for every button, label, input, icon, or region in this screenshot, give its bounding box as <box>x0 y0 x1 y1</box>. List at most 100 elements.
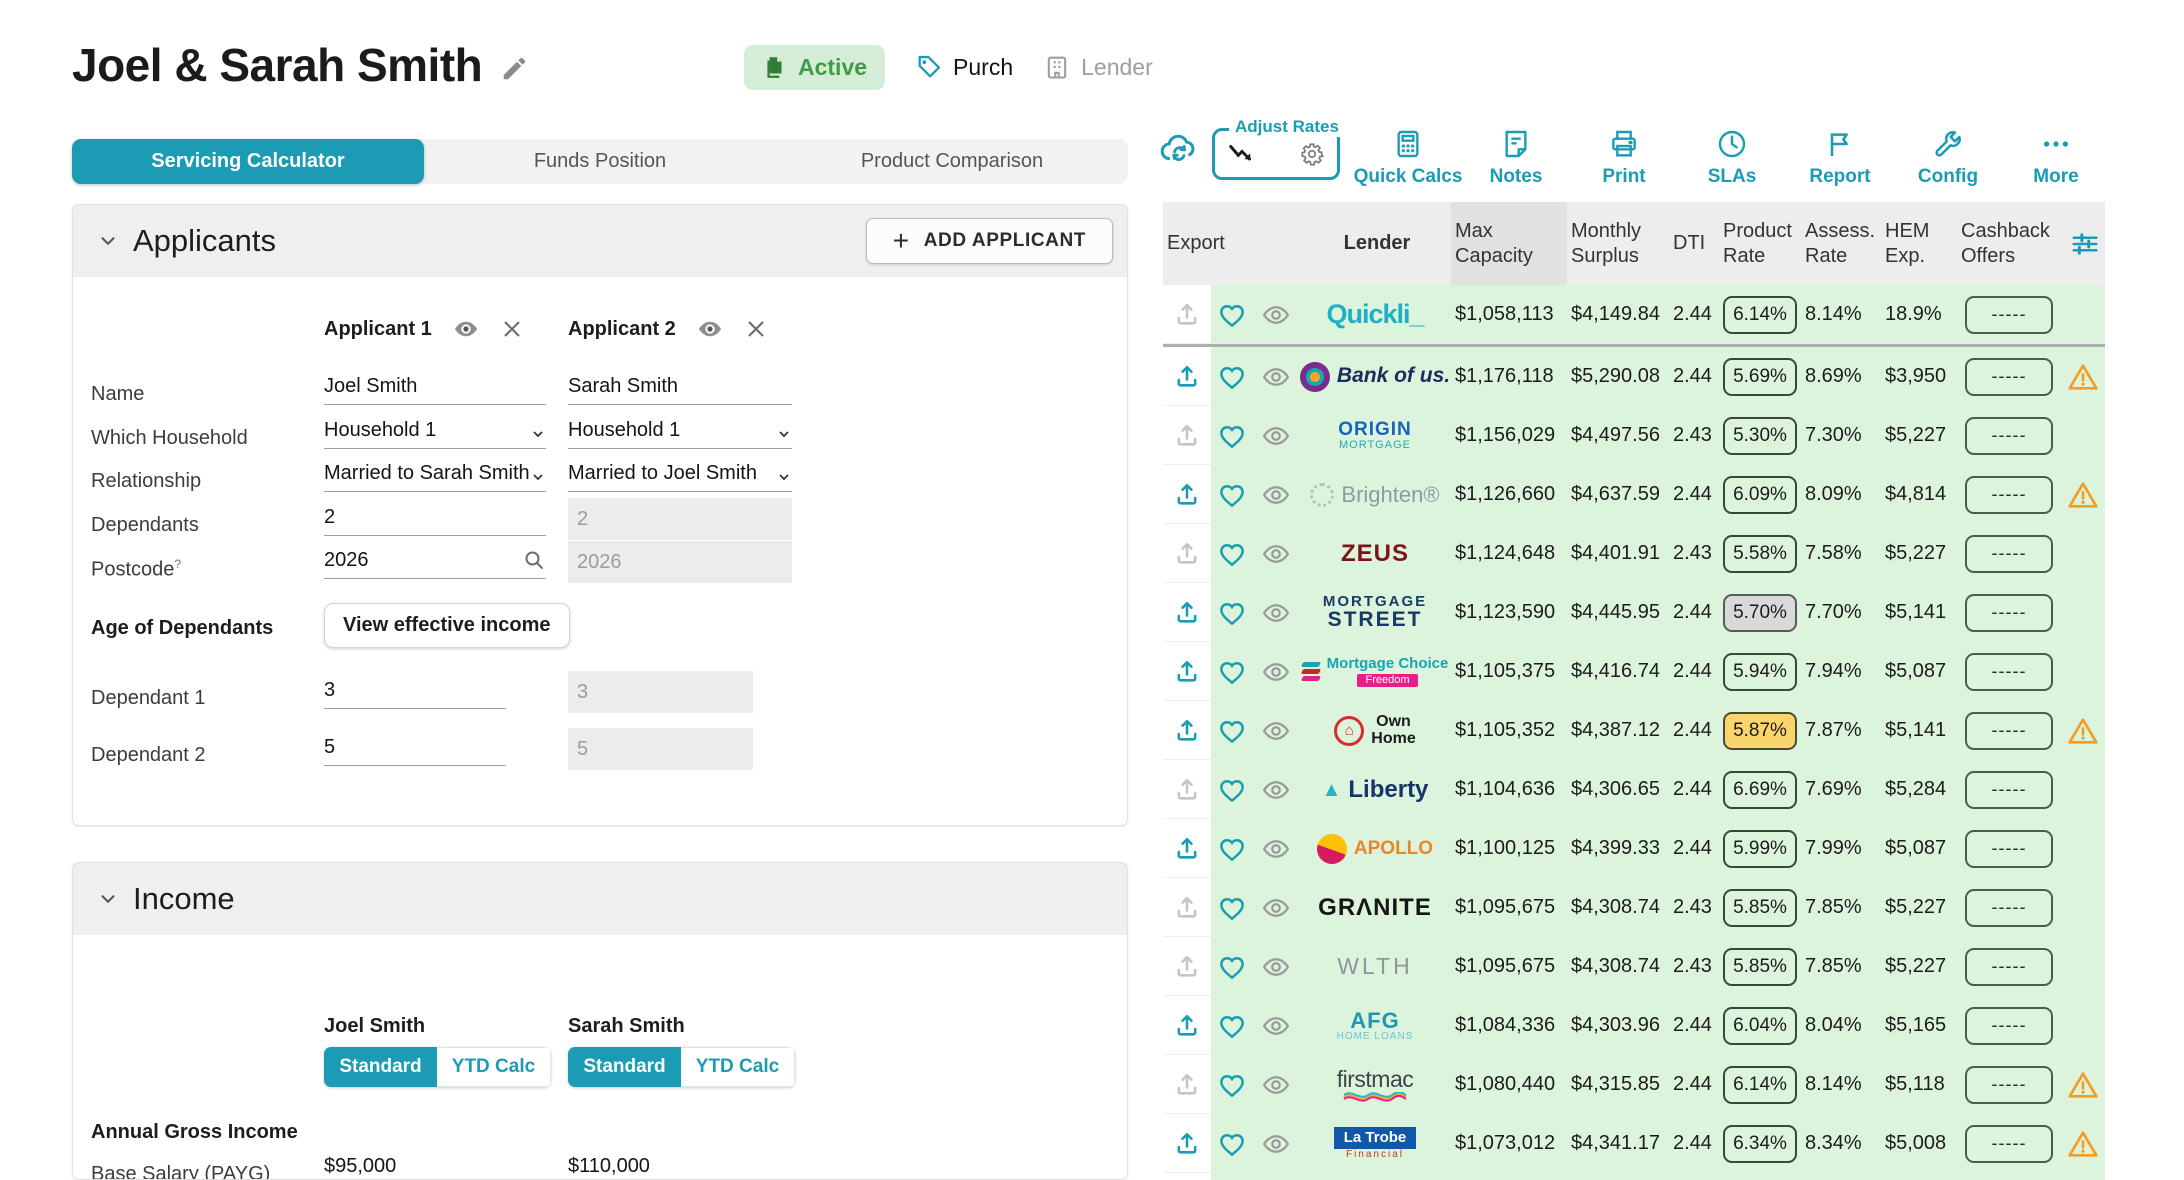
product-rate-chip[interactable]: 5.99% <box>1723 830 1797 868</box>
search-icon[interactable] <box>522 548 546 572</box>
sync-cloud-icon[interactable] <box>1158 114 1212 184</box>
product-rate-cell[interactable]: 5.99% <box>1719 830 1801 868</box>
favorite-heart-icon[interactable] <box>1211 539 1253 569</box>
toolbar-slas-button[interactable]: SLAs <box>1678 128 1786 188</box>
cashback-cell[interactable]: ----- <box>1957 948 2061 986</box>
table-row[interactable]: ▲Liberty$1,104,636$4,306.652.446.69%7.69… <box>1163 760 2105 819</box>
visibility-eye-icon[interactable] <box>1253 1070 1299 1100</box>
favorite-heart-icon[interactable] <box>1211 1070 1253 1100</box>
product-rate-cell[interactable]: 5.70% <box>1719 594 1801 632</box>
visibility-eye-icon[interactable] <box>1253 893 1299 923</box>
col-header-product-rate[interactable]: Product Rate <box>1719 219 1801 269</box>
col-header-lender[interactable]: Lender <box>1299 231 1451 256</box>
table-row[interactable]: ORIGINMORTGAGE$1,156,029$4,497.562.435.3… <box>1163 406 2105 465</box>
table-row[interactable]: AFGHOME LOANS$1,084,336$4,303.962.446.04… <box>1163 996 2105 1055</box>
product-rate-chip[interactable]: 6.09% <box>1723 476 1797 514</box>
cashback-offers-chip[interactable]: ----- <box>1965 653 2053 691</box>
favorite-heart-icon[interactable] <box>1211 300 1253 330</box>
col-header-cashback-offers[interactable]: Cashback Offers <box>1957 219 2061 269</box>
export-button[interactable] <box>1163 701 1211 760</box>
close-icon[interactable] <box>744 317 768 341</box>
visibility-eye-icon[interactable] <box>1253 421 1299 451</box>
tab-funds-position[interactable]: Funds Position <box>424 139 776 184</box>
favorite-heart-icon[interactable] <box>1211 893 1253 923</box>
edit-pencil-icon[interactable] <box>500 53 530 83</box>
tab-product-comparison[interactable]: Product Comparison <box>776 139 1128 184</box>
ytd-calc-toggle[interactable]: YTD Calc <box>437 1047 551 1087</box>
cashback-cell[interactable]: ----- <box>1957 476 2061 514</box>
col-header-assess-rate[interactable]: Assess. Rate <box>1801 219 1881 269</box>
product-rate-chip[interactable]: 5.85% <box>1723 948 1797 986</box>
cashback-offers-chip[interactable]: ----- <box>1965 535 2053 573</box>
favorite-heart-icon[interactable] <box>1211 775 1253 805</box>
eye-icon[interactable] <box>452 315 480 343</box>
applicants-section-header[interactable]: Applicants + ADD APPLICANT <box>73 205 1127 277</box>
visibility-eye-icon[interactable] <box>1253 952 1299 982</box>
table-row[interactable]: GRΛNITE$1,095,675$4,308.742.435.85%7.85%… <box>1163 878 2105 937</box>
cashback-cell[interactable]: ----- <box>1957 889 2061 927</box>
cashback-cell[interactable]: ----- <box>1957 712 2061 750</box>
table-row[interactable]: Quickli_$1,058,113$4,149.842.446.14%8.14… <box>1163 285 2105 344</box>
product-rate-chip[interactable]: 5.69% <box>1723 358 1797 396</box>
product-rate-cell[interactable]: 6.69% <box>1719 771 1801 809</box>
add-applicant-button[interactable]: + ADD APPLICANT <box>866 218 1113 264</box>
rate-trend-icon[interactable] <box>1227 141 1257 167</box>
table-row[interactable]: Bank of us.$1,176,118$5,290.082.445.69%8… <box>1163 347 2105 406</box>
product-rate-cell[interactable]: 6.34% <box>1719 1125 1801 1163</box>
toolbar-print-button[interactable]: Print <box>1570 128 1678 188</box>
cashback-offers-chip[interactable]: ----- <box>1965 830 2053 868</box>
toolbar-quick-calcs-button[interactable]: Quick Calcs <box>1354 128 1462 188</box>
relationship-select-2[interactable]: Married to Joel Smith <box>568 456 792 492</box>
toolbar-more-button[interactable]: More <box>2002 128 2110 188</box>
status-badge-active[interactable]: Active <box>744 45 885 90</box>
table-row[interactable]: WLTH$1,095,675$4,308.742.435.85%7.85%$5,… <box>1163 937 2105 996</box>
col-header-max-capacity[interactable]: Max Capacity <box>1451 202 1567 285</box>
table-row[interactable]: ZEUS$1,124,648$4,401.912.435.58%7.58%$5,… <box>1163 524 2105 583</box>
visibility-eye-icon[interactable] <box>1253 539 1299 569</box>
export-button[interactable] <box>1163 878 1211 937</box>
export-button[interactable] <box>1163 642 1211 701</box>
favorite-heart-icon[interactable] <box>1211 834 1253 864</box>
product-rate-cell[interactable]: 5.85% <box>1719 889 1801 927</box>
cashback-offers-chip[interactable]: ----- <box>1965 712 2053 750</box>
favorite-heart-icon[interactable] <box>1211 1129 1253 1159</box>
cashback-cell[interactable]: ----- <box>1957 296 2061 334</box>
cashback-cell[interactable]: ----- <box>1957 1066 2061 1104</box>
view-effective-income-button[interactable]: View effective income <box>324 603 570 648</box>
product-rate-chip[interactable]: 5.85% <box>1723 889 1797 927</box>
cashback-offers-chip[interactable]: ----- <box>1965 1125 2053 1163</box>
tab-servicing-calculator[interactable]: Servicing Calculator <box>72 139 424 184</box>
cashback-cell[interactable]: ----- <box>1957 417 2061 455</box>
favorite-heart-icon[interactable] <box>1211 362 1253 392</box>
product-rate-cell[interactable]: 5.94% <box>1719 653 1801 691</box>
table-row[interactable]: Mortgage ChoiceFreedom$1,105,375$4,416.7… <box>1163 642 2105 701</box>
visibility-eye-icon[interactable] <box>1253 657 1299 687</box>
col-header-hem-exp[interactable]: HEM Exp. <box>1881 219 1957 269</box>
favorite-heart-icon[interactable] <box>1211 421 1253 451</box>
chevron-down-icon[interactable] <box>97 230 119 252</box>
visibility-eye-icon[interactable] <box>1253 598 1299 628</box>
dependants-input-1[interactable]: 2 <box>324 500 546 536</box>
cashback-offers-chip[interactable]: ----- <box>1965 476 2053 514</box>
cashback-cell[interactable]: ----- <box>1957 771 2061 809</box>
table-row[interactable]: MORTGAGESTREET$1,123,590$4,445.952.445.7… <box>1163 583 2105 642</box>
export-button[interactable] <box>1163 465 1211 524</box>
export-button[interactable] <box>1163 524 1211 583</box>
dependant-1-age-input[interactable]: 3 <box>324 673 506 709</box>
toolbar-notes-button[interactable]: Notes <box>1462 128 1570 188</box>
household-select-1[interactable]: Household 1 <box>324 413 546 449</box>
favorite-heart-icon[interactable] <box>1211 598 1253 628</box>
table-row[interactable]: La TrobeFinancial$1,073,012$4,341.172.44… <box>1163 1114 2105 1173</box>
table-row[interactable]: firstmac$1,080,440$4,315.852.446.14%8.14… <box>1163 1055 2105 1114</box>
export-button[interactable] <box>1163 347 1211 406</box>
export-button[interactable] <box>1163 583 1211 642</box>
standard-toggle[interactable]: Standard <box>568 1047 681 1087</box>
adjust-rates-gear-icon[interactable] <box>1299 141 1325 167</box>
cashback-offers-chip[interactable]: ----- <box>1965 417 2053 455</box>
product-rate-cell[interactable]: 6.04% <box>1719 1007 1801 1045</box>
close-icon[interactable] <box>500 317 524 341</box>
product-rate-cell[interactable]: 6.09% <box>1719 476 1801 514</box>
export-button[interactable] <box>1163 1114 1211 1173</box>
cashback-offers-chip[interactable]: ----- <box>1965 1066 2053 1104</box>
visibility-eye-icon[interactable] <box>1253 480 1299 510</box>
